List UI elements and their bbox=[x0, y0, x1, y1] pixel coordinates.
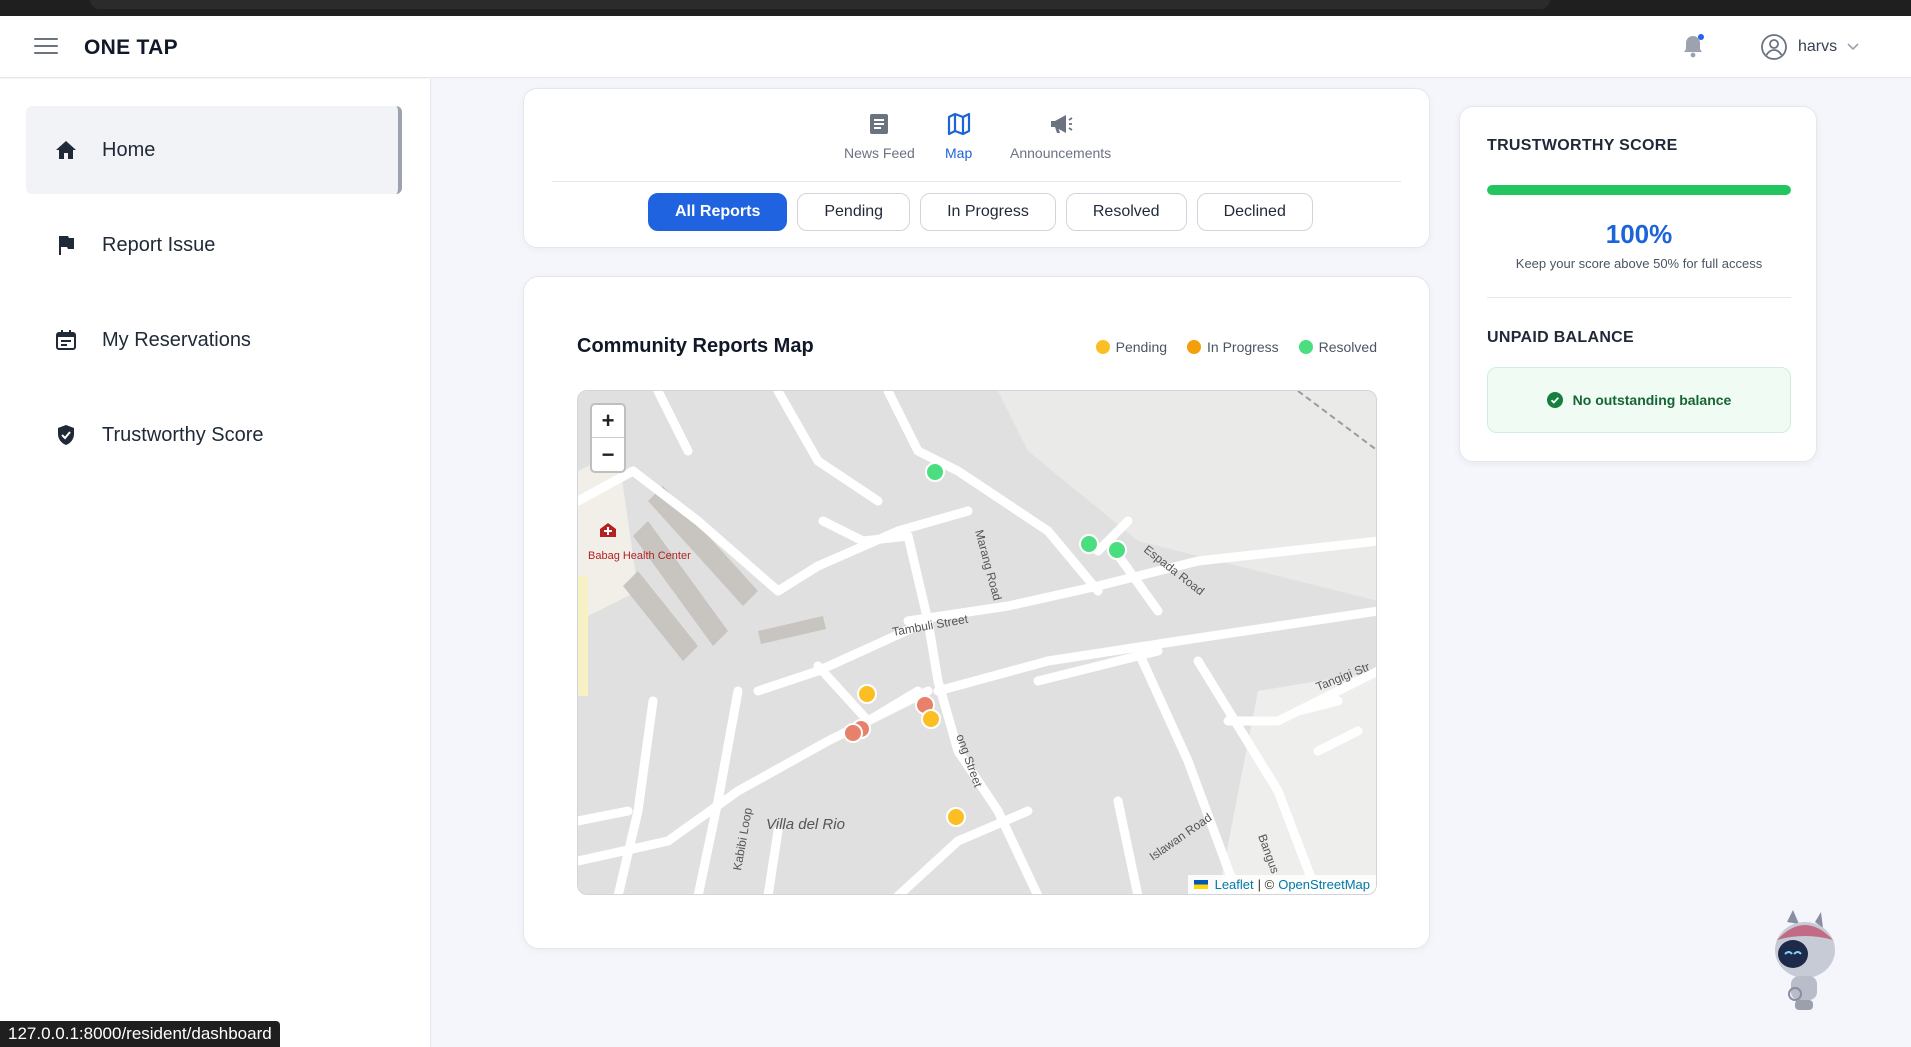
openstreetmap-link[interactable]: OpenStreetMap bbox=[1278, 877, 1370, 892]
ukraine-flag-icon bbox=[1193, 880, 1208, 889]
top-bar: ONE TAP harvs bbox=[0, 16, 1911, 78]
filter-declined-button[interactable]: Declined bbox=[1196, 193, 1313, 231]
notification-bell-icon[interactable] bbox=[1680, 32, 1706, 60]
sidebar-item-my-reservations[interactable]: My Reservations bbox=[26, 296, 402, 384]
calendar-icon bbox=[56, 330, 76, 350]
report-marker-pending[interactable] bbox=[921, 709, 941, 729]
report-marker-pending[interactable] bbox=[946, 807, 966, 827]
legend-dot bbox=[1298, 340, 1313, 354]
user-menu[interactable]: harvs bbox=[1760, 31, 1859, 63]
newspaper-icon bbox=[870, 114, 889, 134]
assistant-robot-icon[interactable] bbox=[1765, 910, 1837, 1012]
brand-title: ONE TAP bbox=[84, 36, 178, 59]
report-filters: All Reports Pending In Progress Resolved… bbox=[648, 193, 1313, 231]
sidebar-item-label: My Reservations bbox=[102, 328, 251, 351]
sidebar-item-label: Trustworthy Score bbox=[102, 423, 264, 446]
tab-map[interactable]: Map bbox=[945, 111, 972, 161]
report-marker-resolved[interactable] bbox=[1107, 540, 1127, 560]
balance-text: No outstanding balance bbox=[1572, 392, 1732, 408]
map-tiles: Tambuli Street Marang Road Espada Road T… bbox=[578, 391, 1376, 894]
tab-announcements[interactable]: Announcements bbox=[1010, 111, 1111, 161]
balance-status: No outstanding balance bbox=[1487, 367, 1791, 433]
map-zoom-control: + − bbox=[590, 403, 626, 473]
check-circle-icon bbox=[1546, 392, 1563, 408]
score-progress-fill bbox=[1487, 185, 1791, 195]
home-icon bbox=[56, 141, 76, 159]
browser-chrome-strip bbox=[0, 0, 1911, 16]
score-heading: TRUSTWORTHY SCORE bbox=[1487, 137, 1678, 154]
user-avatar-icon bbox=[1761, 34, 1787, 60]
report-marker-resolved[interactable] bbox=[925, 462, 945, 482]
leaflet-link[interactable]: Leaflet bbox=[1215, 877, 1254, 892]
tab-news-feed[interactable]: News Feed bbox=[844, 111, 915, 161]
report-marker-declined[interactable] bbox=[843, 723, 863, 743]
legend-dot bbox=[1095, 340, 1110, 354]
report-marker-pending[interactable] bbox=[857, 684, 877, 704]
map-title: Community Reports Map bbox=[577, 335, 814, 357]
zoom-out-button[interactable]: − bbox=[592, 438, 624, 471]
legend-label: Resolved bbox=[1318, 339, 1377, 355]
trustworthy-score-card: TRUSTWORTHY SCORE 100% Keep your score a… bbox=[1459, 106, 1817, 462]
sidebar-item-label: Home bbox=[102, 138, 156, 161]
user-name: harvs bbox=[1798, 38, 1838, 55]
score-value: 100% bbox=[1605, 219, 1673, 249]
community-map-card: Community Reports Map Pending In Progres… bbox=[523, 276, 1430, 949]
score-progress-bar bbox=[1487, 185, 1791, 195]
legend-dot bbox=[1187, 340, 1202, 354]
sidebar-item-report-issue[interactable]: Report Issue bbox=[26, 201, 402, 289]
legend-label: In Progress bbox=[1207, 339, 1279, 355]
sidebar-item-label: Report Issue bbox=[102, 233, 216, 256]
map-attribution: Leaflet | © OpenStreetMap bbox=[1187, 875, 1376, 894]
legend-pending: Pending bbox=[1095, 339, 1168, 355]
legend-in-progress: In Progress bbox=[1187, 339, 1279, 355]
filter-in-progress-button[interactable]: In Progress bbox=[920, 193, 1056, 231]
shield-check-icon bbox=[58, 425, 74, 445]
map-icon bbox=[947, 112, 970, 136]
tabs-divider bbox=[552, 181, 1401, 182]
tab-label: News Feed bbox=[844, 145, 915, 161]
label-villa-del-rio: Villa del Rio bbox=[766, 816, 845, 833]
browser-address-strip bbox=[90, 0, 1550, 9]
label-health-center: Babag Health Center bbox=[588, 550, 691, 562]
sidebar-item-trustworthy-score[interactable]: Trustworthy Score bbox=[26, 391, 402, 479]
balance-heading: UNPAID BALANCE bbox=[1487, 329, 1635, 346]
filter-all-reports-button[interactable]: All Reports bbox=[648, 193, 788, 231]
view-tabs-card: News Feed Map Announcements All Reports … bbox=[523, 88, 1430, 248]
sidebar-item-home[interactable]: Home bbox=[26, 106, 402, 194]
tab-label: Announcements bbox=[1010, 145, 1112, 161]
legend-resolved: Resolved bbox=[1298, 339, 1377, 355]
map-legend: Pending In Progress Resolved bbox=[1095, 339, 1377, 355]
filter-pending-button[interactable]: Pending bbox=[797, 193, 911, 231]
sidebar: Home Report Issue My Reservations Trustw… bbox=[0, 79, 431, 1047]
score-hint: Keep your score above 50% for full acces… bbox=[1515, 256, 1763, 271]
megaphone-icon bbox=[1050, 115, 1073, 133]
flag-icon bbox=[59, 236, 74, 255]
report-marker-resolved[interactable] bbox=[1079, 534, 1099, 554]
zoom-in-button[interactable]: + bbox=[592, 405, 624, 438]
tab-label: Map bbox=[945, 145, 973, 161]
chevron-down-icon bbox=[1847, 43, 1859, 51]
legend-label: Pending bbox=[1115, 339, 1168, 355]
menu-toggle-icon[interactable] bbox=[34, 38, 58, 56]
score-divider bbox=[1487, 297, 1791, 298]
link-status-url: 127.0.0.1:8000/resident/dashboard bbox=[0, 1021, 280, 1047]
reports-map[interactable]: Tambuli Street Marang Road Espada Road T… bbox=[577, 390, 1377, 895]
filter-resolved-button[interactable]: Resolved bbox=[1065, 193, 1187, 231]
attribution-separator: | © bbox=[1257, 877, 1275, 892]
